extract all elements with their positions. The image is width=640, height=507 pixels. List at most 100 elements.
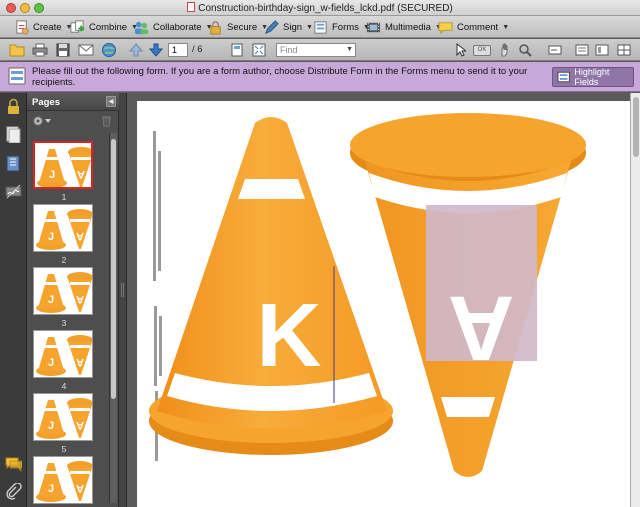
signatures-icon[interactable] (5, 183, 22, 200)
left-cone-top-stripe (238, 179, 305, 199)
form-view-icon (575, 44, 589, 56)
forms-button[interactable]: Forms ▼ (313, 18, 370, 36)
comment-button[interactable]: Comment ▼ (438, 18, 509, 36)
pages-panel-icon[interactable] (5, 126, 22, 143)
form-fill-icon (8, 67, 26, 85)
full-screen-button[interactable] (250, 42, 268, 58)
collaborate-icon (134, 21, 149, 34)
right-cone-bottom-stripe (441, 397, 495, 417)
properties-button[interactable] (594, 42, 610, 58)
find-placeholder: Find (280, 45, 298, 55)
email-button[interactable] (77, 42, 95, 58)
print-button[interactable] (31, 42, 49, 58)
thumbnail-letter-right: A (77, 168, 85, 180)
hand-tool-button[interactable] (498, 42, 512, 58)
fit-width-button[interactable] (228, 42, 246, 58)
highlight-fields-label: Highlight Fields (574, 67, 610, 87)
find-input[interactable]: Find ▼ (276, 43, 356, 57)
trash-icon[interactable] (101, 115, 112, 127)
secure-label: Secure (227, 21, 258, 33)
film-icon (366, 22, 381, 32)
save-button[interactable] (54, 42, 72, 58)
thumbnail-letter-left: J (48, 231, 54, 243)
thumbnail-letter-right: A (76, 293, 84, 305)
multimedia-label: Multimedia (385, 21, 431, 33)
thumbnail-page-number: 4 (61, 381, 67, 391)
window-title-wrap: Construction-birthday-sign_w-fields_lckd… (0, 2, 640, 14)
page-thumbnail-3[interactable]: JA3 (33, 267, 97, 328)
previous-page-button[interactable] (128, 42, 144, 58)
form-view-button[interactable] (574, 42, 590, 58)
page-thumbnail-6[interactable]: JA (33, 456, 97, 507)
create-icon (16, 19, 29, 35)
secure-button[interactable]: Secure ▼ (208, 18, 268, 36)
pdf-page: K A (137, 101, 630, 507)
globe-icon (102, 43, 116, 57)
zoom-tool-button[interactable] (517, 42, 533, 58)
thumbnail-cones-icon: JA (37, 147, 91, 187)
arrow-up-icon (129, 43, 143, 57)
highlight-fields-icon (557, 71, 570, 83)
thumbnail-page-number: 5 (61, 444, 67, 454)
collaborate-label: Collaborate (153, 21, 202, 33)
thumbnail-cones-icon: JA (36, 398, 92, 439)
open-folder-button[interactable] (8, 42, 26, 58)
combine-icon (70, 19, 85, 33)
forms-icon (314, 20, 327, 34)
chevron-down-icon: ▼ (502, 23, 510, 31)
select-tool-button[interactable] (454, 42, 468, 58)
gear-icon[interactable] (32, 115, 52, 127)
thumbnail-image[interactable]: JA (33, 393, 93, 441)
combine-button[interactable]: Combine ▼ (70, 18, 138, 36)
ocr-button[interactable]: OK (472, 42, 492, 58)
text-field-button[interactable] (547, 42, 563, 58)
attachments-icon[interactable] (5, 483, 22, 500)
splitter-grip[interactable] (121, 283, 124, 297)
chevron-down-icon[interactable]: ▼ (346, 44, 353, 56)
thumbnail-image[interactable]: JA (33, 141, 93, 189)
thumbnail-image[interactable]: JA (33, 456, 93, 504)
command-bar: Create ▼ Combine ▼ Collaborate ▼ Secure ▼ Si… (0, 16, 640, 38)
thumbnail-image[interactable]: JA (33, 204, 93, 252)
security-lock-icon[interactable] (5, 98, 22, 115)
sign-button[interactable]: Sign ▼ (264, 18, 313, 36)
panel-splitter[interactable] (119, 93, 127, 507)
fit-page-icon (231, 43, 243, 57)
thumbnail-image[interactable]: JA (33, 330, 93, 378)
toolbar-options-button[interactable] (616, 42, 632, 58)
comment-label: Comment (457, 21, 499, 33)
page-number-input[interactable]: 1 (168, 43, 188, 57)
collapse-panel-button[interactable]: ◀ (106, 96, 116, 107)
thumbnail-letter-right: A (76, 482, 84, 494)
thumbnail-image[interactable]: JA (33, 267, 93, 315)
page-total-label: / 6 (192, 44, 203, 55)
collaborate-button[interactable]: Collaborate ▼ (134, 18, 213, 36)
multimedia-button[interactable]: Multimedia ▼ (366, 18, 442, 36)
thumbnail-letter-left: J (48, 483, 54, 495)
navigation-pane (0, 93, 27, 507)
page-thumbnail-2[interactable]: JA2 (33, 204, 97, 265)
comments-panel-icon[interactable] (5, 455, 22, 472)
highlight-fields-button[interactable]: Highlight Fields (552, 67, 634, 87)
document-scrollbar[interactable] (630, 93, 640, 507)
sign-label: Sign (283, 21, 303, 33)
thumbnails-scrollbar[interactable] (109, 133, 117, 503)
create-label: Create (33, 21, 62, 33)
pages-panel: Pages ◀ JA1JA2JA3JA4JA5JA (27, 93, 119, 507)
left-cone-letter: K (257, 286, 322, 386)
printer-icon (32, 43, 48, 57)
share-button[interactable] (100, 42, 118, 58)
page-thumbnails: JA1JA2JA3JA4JA5JA (27, 133, 109, 507)
thumbnail-cones-icon: JA (36, 272, 92, 313)
toolbar: 1 / 6 Find ▼ OK (0, 39, 640, 61)
bookmarks-icon[interactable] (5, 155, 22, 172)
right-cone-base (350, 113, 586, 177)
page-thumbnail-5[interactable]: JA 5 (33, 393, 97, 454)
page-thumbnail-1[interactable]: JA1 (33, 141, 97, 202)
document-scroll-thumb[interactable] (633, 97, 639, 157)
page-thumbnail-4[interactable]: JA 4 (33, 330, 97, 391)
thumbnails-scroll-thumb[interactable] (111, 139, 116, 399)
next-page-button[interactable] (148, 42, 164, 58)
text-field-icon (548, 45, 562, 55)
create-button[interactable]: Create ▼ (14, 18, 72, 36)
